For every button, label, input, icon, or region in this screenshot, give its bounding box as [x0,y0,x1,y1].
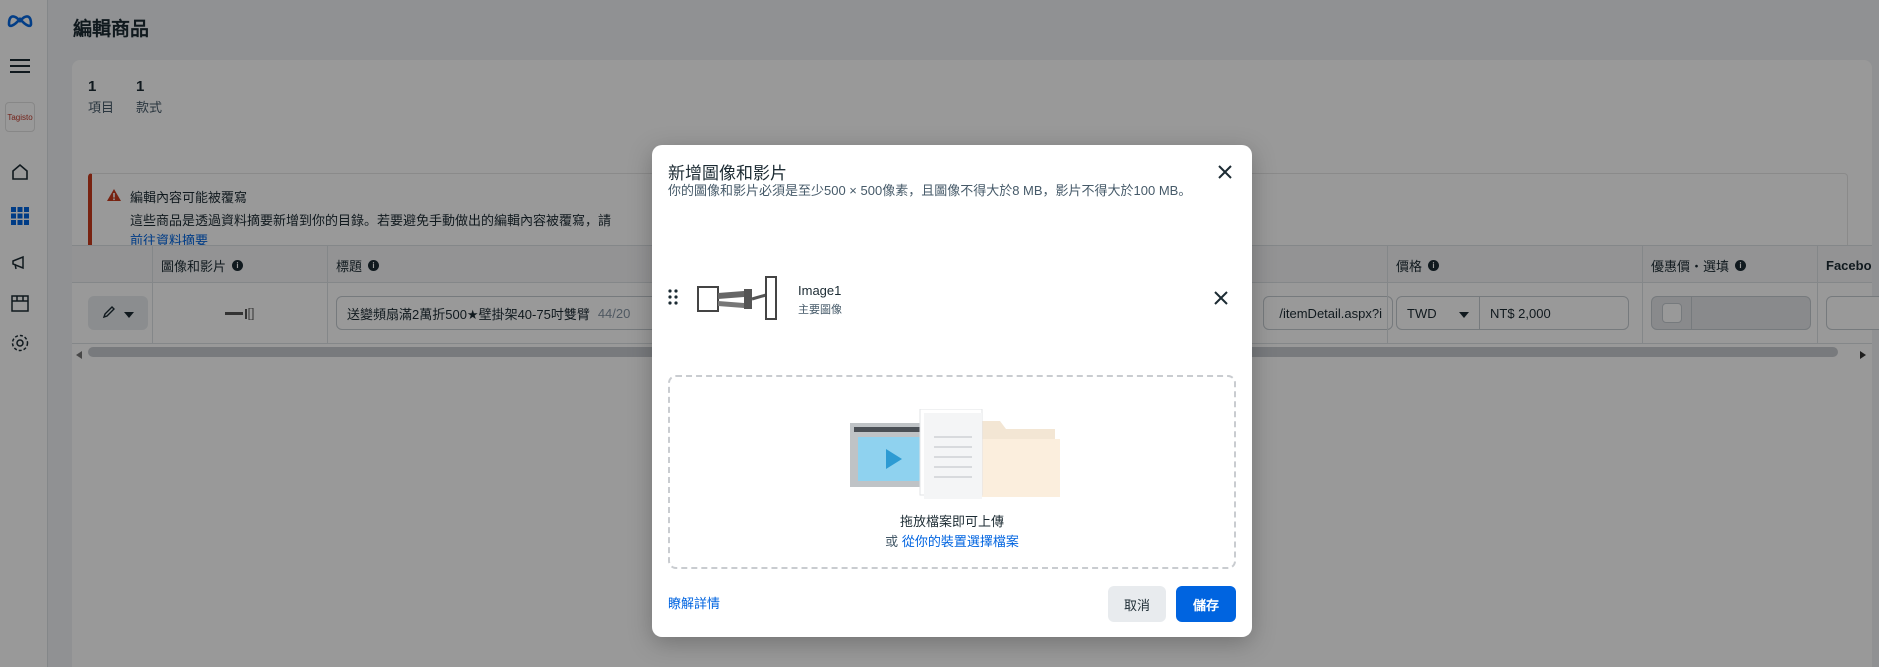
dropzone-secondary-text: 或 從你的裝置選擇檔案 [670,531,1234,550]
choose-file-link[interactable]: 從你的裝置選擇檔案 [902,534,1019,549]
media-role: 主要圖像 [798,304,842,316]
dropzone-or-text: 或 [885,534,899,549]
media-list-item: Image1 主要圖像 [668,273,1236,325]
dropzone-primary-text: 拖放檔案即可上傳 [899,514,1004,529]
add-media-dialog: 新增圖像和影片 你的圖像和影片必須是至少500 × 500像素，且圖像不得大於8… [652,145,1252,637]
close-icon[interactable] [1214,161,1236,183]
media-thumbnail [696,275,786,321]
dialog-subtitle: 你的圖像和影片必須是至少500 × 500像素，且圖像不得大於8 MB，影片不得… [668,183,1192,198]
upload-illustration [850,408,1060,509]
learn-more-link[interactable]: 瞭解詳情 [668,593,720,612]
save-button[interactable]: 儲存 [1176,586,1236,622]
cancel-button[interactable]: 取消 [1108,586,1166,622]
media-name: Image1 [798,283,842,298]
drag-handle-icon[interactable] [668,289,678,308]
file-dropzone[interactable]: 拖放檔案即可上傳 或 從你的裝置選擇檔案 [668,375,1236,569]
remove-media-close-icon[interactable] [1210,287,1232,309]
